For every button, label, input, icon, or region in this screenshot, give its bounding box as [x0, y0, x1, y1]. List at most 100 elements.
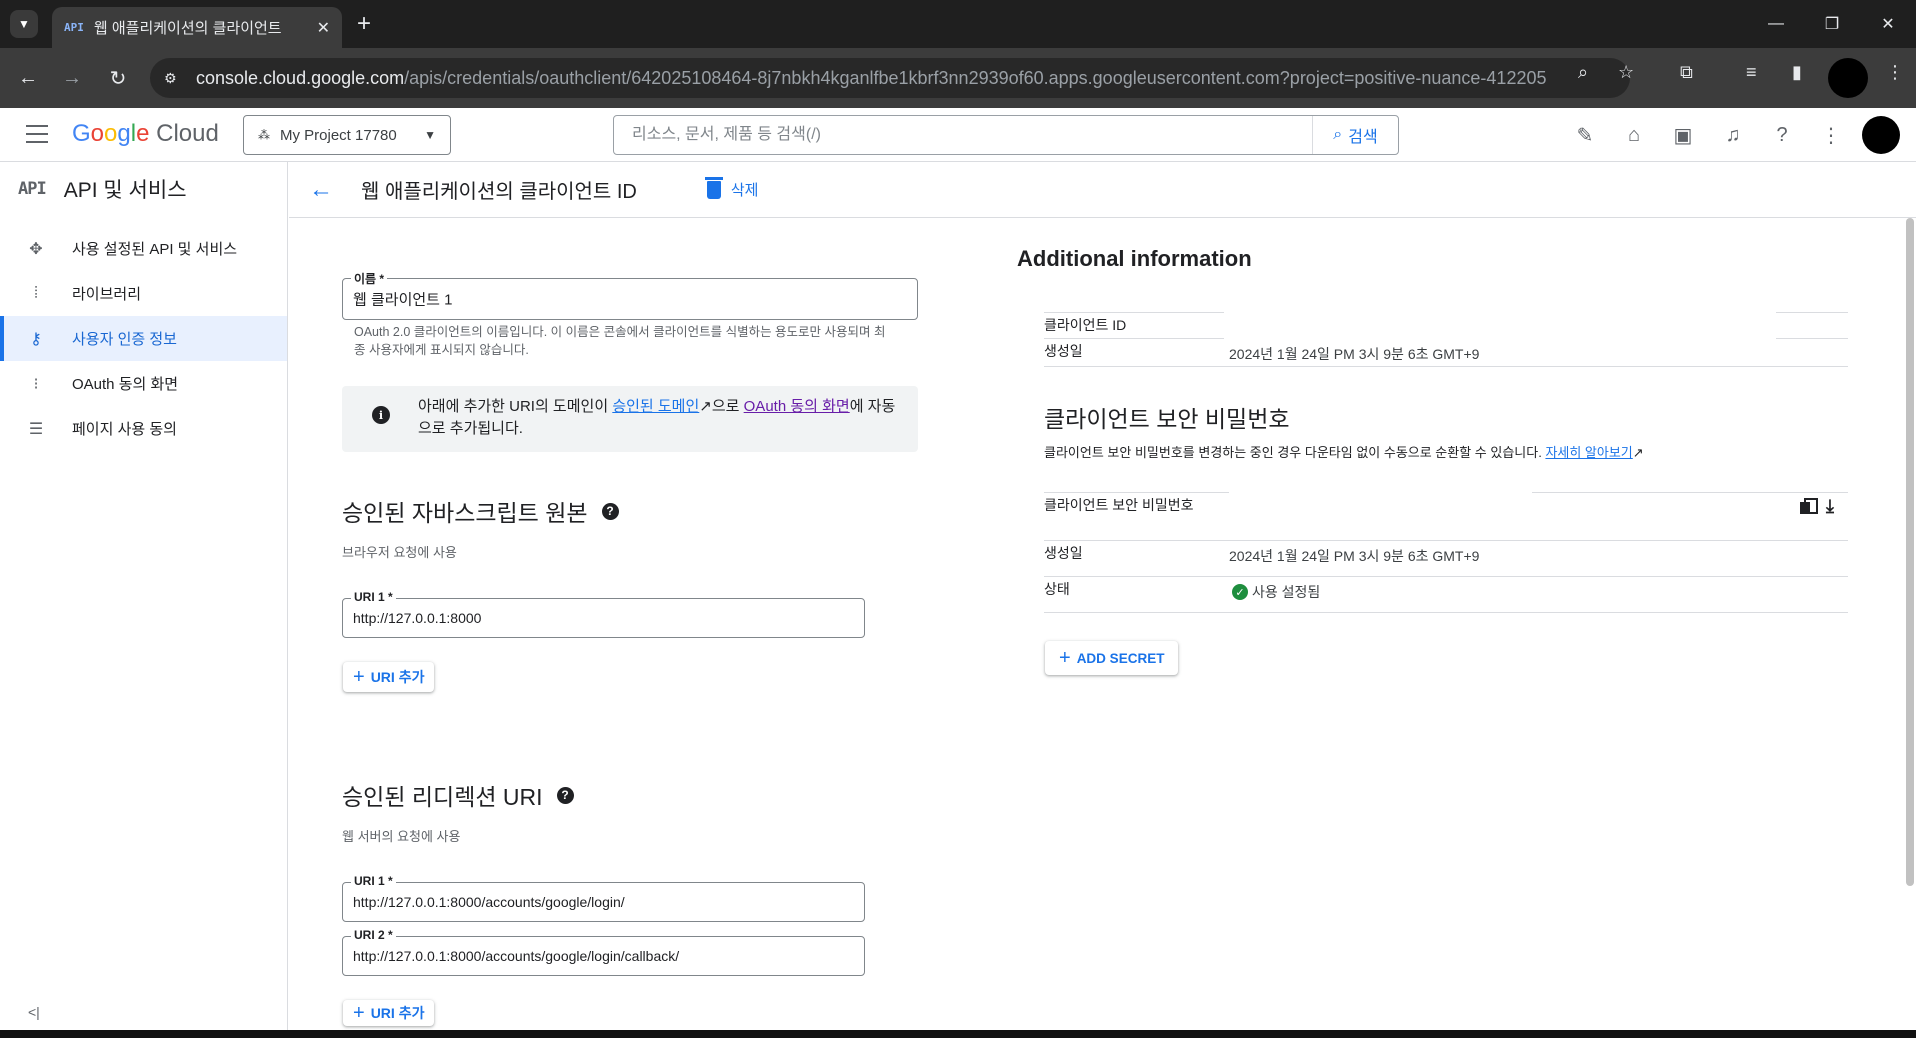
name-helper-text: OAuth 2.0 클라이언트의 이름입니다. 이 이름은 콘솔에서 클라이언트…	[354, 325, 886, 357]
notifications-bell-icon[interactable]: ♫	[1718, 120, 1748, 150]
more-vert-icon[interactable]: ⋮	[1816, 120, 1846, 150]
browser-profile-avatar[interactable]	[1828, 58, 1868, 98]
browser-tab[interactable]: API 웹 애플리케이션의 클라이언트 ✕	[52, 7, 342, 48]
api-logo-icon: API	[18, 179, 47, 199]
library-icon: ⦙	[34, 284, 38, 302]
additional-info-title: Additional information	[1017, 246, 1252, 271]
learn-more-link[interactable]: 자세히 알아보기	[1545, 445, 1632, 460]
status-label: 상태	[1044, 581, 1070, 597]
restore-button[interactable]: ❐	[1804, 0, 1860, 48]
oauth-consent-link[interactable]: OAuth 동의 화면	[744, 398, 850, 415]
info-callout-text: 아래에 추가한 URI의 도메인이 승인된 도메인↗으로 OAuth 동의 화면…	[418, 398, 896, 437]
sidebar-title: API 및 서비스	[63, 179, 187, 202]
window-close-button[interactable]: ✕	[1860, 0, 1916, 48]
redirect-uri-1-label: URI 1 *	[351, 874, 396, 888]
delete-button[interactable]: 삭제	[704, 176, 759, 200]
forward-arrow-icon[interactable]: →	[58, 64, 86, 92]
page-title: 웹 애플리케이션의 클라이언트 ID	[361, 181, 637, 203]
sidebar-item-label: 라이브러리	[72, 286, 142, 303]
redirect-uri-1-field[interactable]: URI 1 * http://127.0.0.1:8000/accounts/g…	[342, 874, 865, 922]
back-arrow-icon[interactable]: ←	[14, 64, 42, 92]
cloud-shell-icon[interactable]: ▣	[1668, 120, 1698, 150]
sidebar-item-page-usage[interactable]: ☰ 페이지 사용 동의	[0, 406, 287, 451]
add-secret-button[interactable]: + ADD SECRET	[1045, 641, 1179, 675]
feedback-icon[interactable]: ✎	[1570, 120, 1600, 150]
copy-icon[interactable]	[1800, 498, 1818, 514]
sidebar-header: API API 및 서비스	[0, 162, 287, 216]
account-avatar[interactable]	[1862, 116, 1900, 154]
add-redirect-uri-button[interactable]: + URI 추가	[343, 1000, 435, 1026]
tab-favicon: API	[64, 21, 84, 34]
url-path: /apis/credentials/oauthclient/6420251084…	[404, 67, 1547, 88]
client-secret-label: 클라이언트 보안 비밀번호	[1044, 497, 1194, 513]
help-icon[interactable]: ?	[556, 786, 574, 804]
info-callout: i 아래에 추가한 URI의 도메인이 승인된 도메인↗으로 OAuth 동의 …	[342, 386, 918, 452]
delete-icon	[704, 176, 723, 199]
enabled-apis-icon: ✥	[29, 240, 43, 258]
address-bar[interactable]: ⚙ console.cloud.google.com/apis/credenti…	[150, 58, 1630, 98]
check-circle-icon: ✓	[1232, 584, 1248, 600]
add-js-origin-uri-button[interactable]: + URI 추가	[343, 662, 435, 692]
google-cloud-logo[interactable]: Google Cloud	[72, 120, 219, 148]
collapse-sidebar-icon[interactable]: <|	[28, 1004, 40, 1020]
consent-icon: ⁝	[33, 375, 39, 393]
page-usage-icon: ☰	[28, 420, 44, 438]
media-control-icon[interactable]: ≡	[1746, 62, 1757, 83]
js-origin-uri-1-value: http://127.0.0.1:8000	[353, 610, 482, 626]
plus-icon: +	[353, 1001, 365, 1024]
gift-icon[interactable]: ⌂	[1619, 120, 1649, 150]
search-bar: ⌕ 검색	[613, 115, 1399, 155]
reload-icon[interactable]: ↻	[104, 64, 132, 92]
info-icon: i	[372, 406, 390, 424]
extensions-icon[interactable]: ⧉	[1680, 62, 1693, 83]
sidebar-item-oauth-consent[interactable]: ⁝ OAuth 동의 화면	[0, 361, 287, 406]
new-tab-button[interactable]: +	[352, 12, 376, 36]
delete-label: 삭제	[730, 182, 759, 199]
js-origins-title: 승인된 자바스크립트 원본?	[342, 494, 619, 528]
help-icon[interactable]: ?	[601, 502, 619, 520]
bookmark-star-icon[interactable]: ☆	[1618, 62, 1634, 83]
sidebar-item-library[interactable]: ⦙ 라이브러리	[0, 271, 287, 316]
hamburger-menu-icon[interactable]	[26, 125, 48, 143]
js-origin-uri-1-field[interactable]: URI 1 * http://127.0.0.1:8000	[342, 590, 865, 638]
back-arrow-icon[interactable]: ←	[309, 176, 339, 204]
site-info-icon[interactable]: ⚙	[164, 70, 186, 87]
chevron-down-icon: ▼	[424, 128, 436, 142]
page-scrollbar[interactable]	[1906, 218, 1914, 886]
redirect-uri-1-value: http://127.0.0.1:8000/accounts/google/lo…	[353, 894, 625, 910]
zoom-icon[interactable]: ⌕	[1578, 62, 1588, 83]
download-icon[interactable]: ⤓	[1826, 496, 1834, 517]
tab-search-button[interactable]: ▼	[10, 10, 38, 38]
search-icon: ⌕	[1333, 126, 1343, 143]
search-button[interactable]: ⌕ 검색	[1312, 116, 1398, 154]
client-secret-title: 클라이언트 보안 비밀번호	[1044, 406, 1290, 432]
redirect-uri-2-field[interactable]: URI 2 * http://127.0.0.1:8000/accounts/g…	[342, 928, 865, 976]
project-hierarchy-icon: ⁂	[258, 128, 270, 142]
minimize-button[interactable]: —	[1748, 0, 1804, 48]
sidebar-item-credentials[interactable]: ⚷ 사용자 인증 정보	[0, 316, 287, 361]
created-value: 2024년 1월 24일 PM 3시 9분 6초 GMT+9	[1229, 346, 1480, 362]
plus-icon: +	[1059, 646, 1071, 669]
redirect-uris-title: 승인된 리디렉션 URI?	[342, 778, 574, 812]
key-icon: ⚷	[30, 330, 42, 348]
authorized-domains-link[interactable]: 승인된 도메인	[612, 398, 699, 415]
name-field[interactable]: 이름 * 웹 클라이언트 1	[342, 270, 918, 320]
js-origins-subtitle: 브라우저 요청에 사용	[342, 545, 457, 560]
side-panel-icon[interactable]: ▮	[1792, 62, 1802, 83]
sidebar-item-label: 사용자 인증 정보	[72, 331, 177, 348]
plus-icon: +	[353, 665, 365, 688]
created-label: 생성일	[1044, 343, 1083, 359]
sidebar-item-enabled-apis[interactable]: ✥ 사용 설정된 API 및 서비스	[0, 226, 287, 271]
secret-created-label: 생성일	[1044, 545, 1083, 561]
redirect-uri-2-value: http://127.0.0.1:8000/accounts/google/lo…	[353, 948, 680, 964]
tab-close-icon[interactable]: ✕	[317, 18, 330, 38]
os-taskbar	[0, 1030, 1916, 1038]
search-input[interactable]	[614, 116, 1312, 154]
project-picker[interactable]: ⁂ My Project 17780 ▼	[243, 115, 451, 155]
url-text: console.cloud.google.com/apis/credential…	[196, 68, 1546, 89]
browser-menu-icon[interactable]: ⋮	[1886, 62, 1904, 83]
sidebar-item-label: 페이지 사용 동의	[72, 421, 177, 438]
browser-tab-bar: ▼ API 웹 애플리케이션의 클라이언트 ✕ + — ❐ ✕	[0, 0, 1916, 48]
name-field-label: 이름 *	[351, 270, 388, 287]
help-icon[interactable]: ?	[1767, 120, 1797, 150]
